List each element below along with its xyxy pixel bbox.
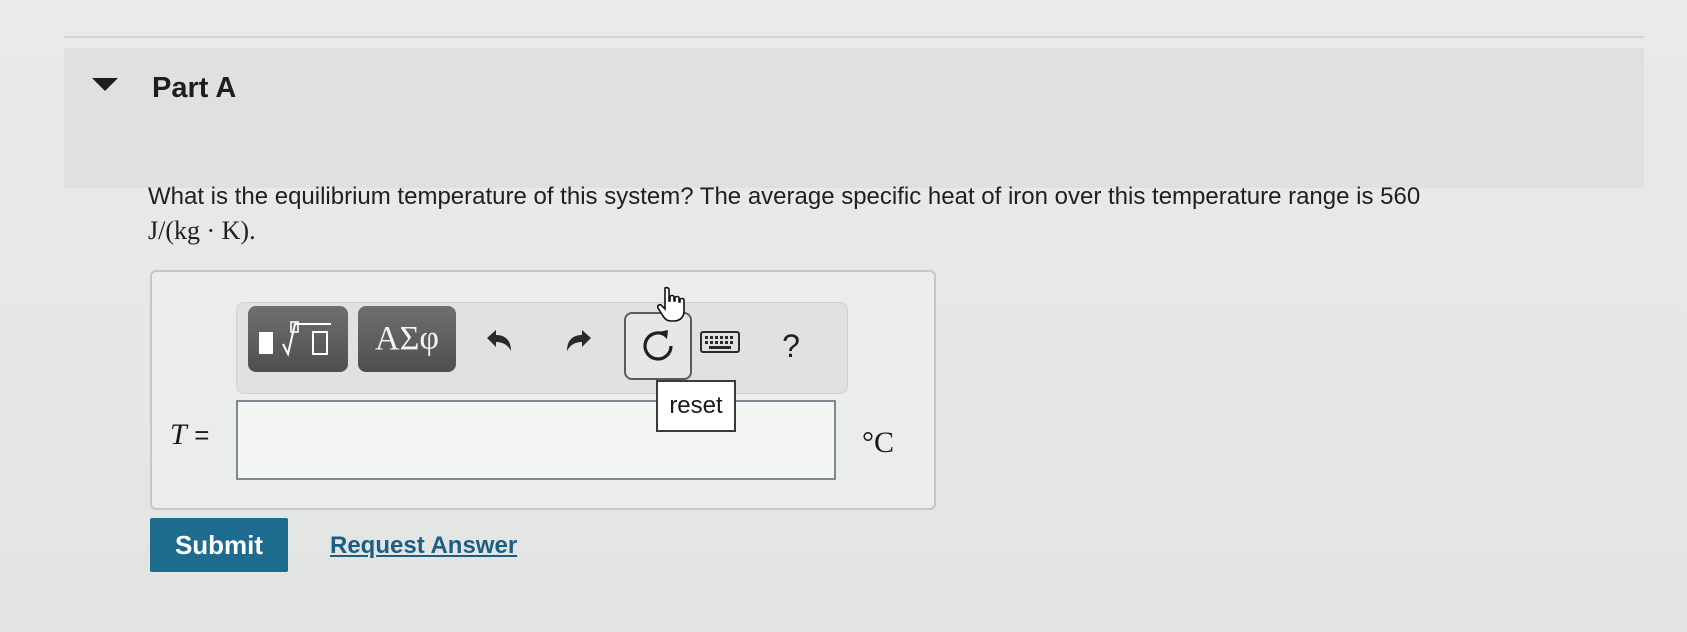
part-title[interactable]: Part A: [152, 72, 236, 105]
part-header[interactable]: [64, 48, 1644, 188]
question-body: What is the equilibrium temperature of t…: [148, 183, 1421, 210]
screen: Part A What is the equilibrium temperatu…: [0, 0, 1687, 632]
caret-down-icon[interactable]: [92, 78, 118, 91]
request-answer-link[interactable]: Request Answer: [330, 532, 517, 560]
undo-icon: [487, 330, 511, 351]
answer-input[interactable]: [236, 400, 836, 480]
variable-name: T: [170, 418, 187, 451]
question-text: What is the equilibrium temperature of t…: [148, 180, 1548, 249]
templates-button[interactable]: [248, 306, 348, 372]
reset-tooltip: reset: [656, 380, 736, 432]
question-units: J/(kg · K).: [148, 216, 256, 245]
reset-icon: [643, 330, 673, 361]
submit-button[interactable]: Submit: [150, 518, 288, 572]
equals-sign: =: [194, 420, 210, 450]
redo-button[interactable]: [558, 322, 598, 362]
keyboard-icon: [700, 331, 740, 353]
redo-icon: [567, 330, 591, 351]
top-divider: [64, 36, 1644, 38]
templates-root-icon: [259, 321, 331, 357]
help-button[interactable]: ?: [776, 326, 806, 366]
greek-symbols-button[interactable]: ΑΣφ: [358, 306, 456, 372]
undo-button[interactable]: [480, 322, 520, 362]
keyboard-button[interactable]: [700, 322, 740, 362]
unit-label: °C: [862, 426, 895, 459]
variable-label: T =: [170, 418, 209, 452]
hand-cursor-icon: [656, 286, 685, 322]
